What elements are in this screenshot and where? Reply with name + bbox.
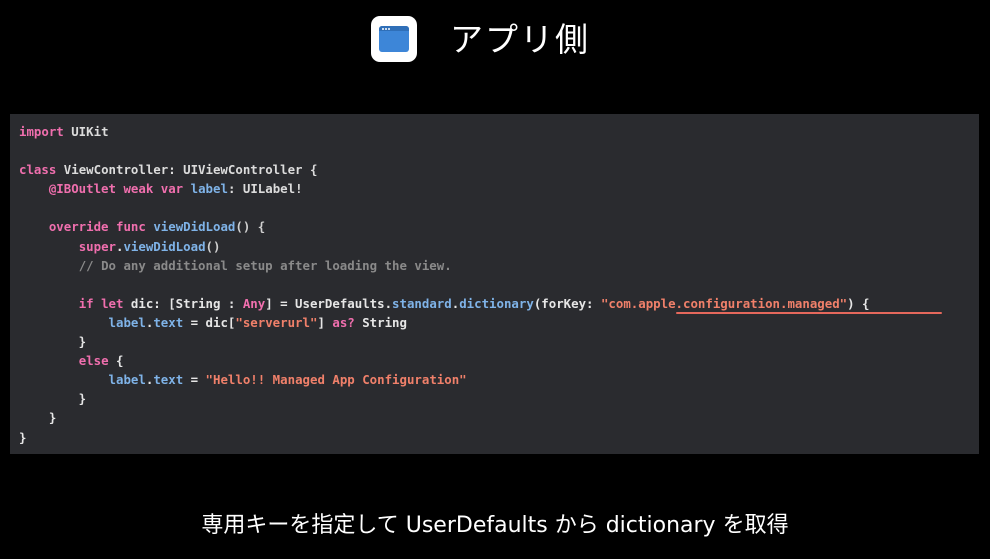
code-token: if <box>78 295 94 311</box>
code-token: : UIViewController { <box>168 162 318 178</box>
code-token: ] = UserDefaults. <box>265 295 393 311</box>
app-window-icon <box>371 16 417 62</box>
code-line: @IBOutlet weak var label: UILabel! <box>19 179 870 198</box>
code-token: label <box>108 314 146 330</box>
code-block: import UIKit class ViewController: UIVie… <box>19 122 870 447</box>
code-line: } <box>19 428 870 447</box>
code-token: weak <box>123 181 154 197</box>
code-line: } <box>19 389 870 408</box>
code-token: : UILabel! <box>227 181 303 197</box>
code-token: } <box>19 391 87 407</box>
code-token: } <box>19 410 57 426</box>
code-token: = dic[ <box>183 314 236 330</box>
code-token: } <box>19 429 27 445</box>
code-token: Any <box>242 295 266 311</box>
highlight-underline <box>676 312 942 314</box>
code-line: if let dic: [String : Any] = UserDefault… <box>19 294 870 313</box>
code-token: (forKey: <box>533 295 601 311</box>
code-token: = <box>183 372 206 388</box>
code-token: var <box>160 181 184 197</box>
code-token: class <box>19 162 57 178</box>
code-token: viewDidLoad <box>123 238 206 254</box>
code-token: () { <box>235 219 266 235</box>
code-token: text <box>153 372 184 388</box>
code-token: standard <box>392 295 452 311</box>
code-line: } <box>19 408 870 427</box>
code-token: UIKit <box>63 124 109 139</box>
code-line: // Do any additional setup after loading… <box>19 256 870 275</box>
code-token: func <box>116 219 146 235</box>
code-line: import UIKit <box>19 122 870 141</box>
code-token: let <box>101 295 124 311</box>
code-token: ) { <box>847 295 870 311</box>
code-token: label <box>190 181 228 197</box>
code-line: super.viewDidLoad() <box>19 237 870 256</box>
code-token: else <box>78 353 109 369</box>
code-token: viewDidLoad <box>153 219 236 235</box>
code-token: "com.apple.configuration.managed" <box>600 295 848 311</box>
code-token: // Do any additional setup after loading… <box>78 257 452 273</box>
code-token: dictionary <box>459 295 534 311</box>
app-window-icon-dot <box>382 27 384 30</box>
code-token: } <box>19 334 87 350</box>
slide-title: アプリ側 <box>450 20 590 59</box>
code-token: ViewController <box>56 162 169 178</box>
code-token: @IBOutlet <box>48 181 116 197</box>
slide-header: アプリ側 <box>0 14 990 64</box>
code-panel: import UIKit class ViewController: UIVie… <box>10 114 979 454</box>
code-token: dic: [String : <box>123 295 243 311</box>
code-line: label.text = "Hello!! Managed App Config… <box>19 370 870 389</box>
code-token: "Hello!! Managed App Configuration" <box>205 372 467 388</box>
code-token: label <box>108 372 146 388</box>
code-line: else { <box>19 351 870 370</box>
code-token: { <box>108 353 124 369</box>
code-line: class ViewController: UIViewController { <box>19 160 870 179</box>
code-line: override func viewDidLoad() { <box>19 217 870 236</box>
app-window-icon-dot <box>388 27 390 30</box>
code-token: String <box>354 314 407 330</box>
code-token: override <box>48 219 109 235</box>
code-line: } <box>19 332 870 351</box>
app-window-icon-window <box>379 26 409 52</box>
code-token: () <box>205 238 221 254</box>
code-token: text <box>153 314 184 330</box>
code-token: as? <box>332 314 355 330</box>
code-token: super <box>78 238 116 254</box>
code-token: "serverurl" <box>235 314 318 330</box>
code-line: label.text = dic["serverurl"] as? String <box>19 313 870 332</box>
code-token: ] <box>317 314 333 330</box>
app-window-icon-dot <box>385 27 387 30</box>
code-token: import <box>19 124 64 139</box>
slide-caption: 専用キーを指定して UserDefaults から dictionary を取得 <box>201 513 789 538</box>
